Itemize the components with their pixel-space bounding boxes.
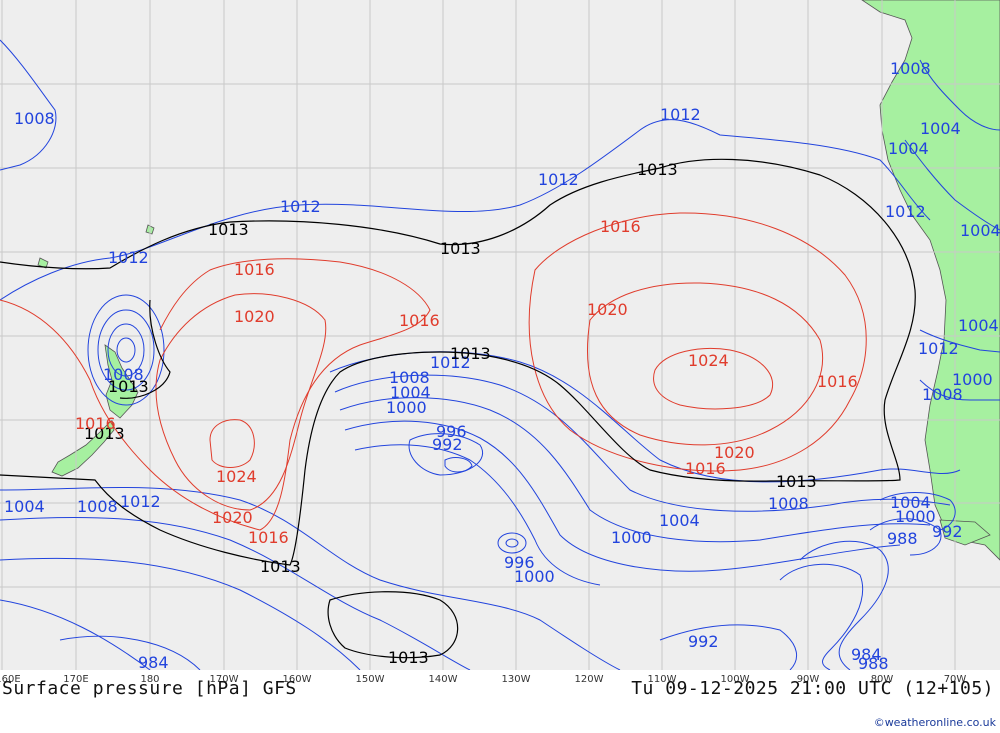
label-1013: 1013 xyxy=(260,557,301,576)
label-1016: 1016 xyxy=(75,414,116,433)
label-1012: 1012 xyxy=(120,492,161,511)
lon-label: 140W xyxy=(428,674,458,685)
label-1004: 1004 xyxy=(960,221,1000,240)
label-1000: 1000 xyxy=(386,398,427,417)
label-1013: 1013 xyxy=(388,648,429,667)
label-1020: 1020 xyxy=(587,300,628,319)
lon-label: 150W xyxy=(355,674,385,685)
label-984: 984 xyxy=(138,653,169,670)
label-1008: 1008 xyxy=(14,109,55,128)
map-title: Surface pressure [hPa] GFS xyxy=(2,678,297,699)
label-1004: 1004 xyxy=(920,119,961,138)
label-1020: 1020 xyxy=(212,508,253,527)
label-1013: 1013 xyxy=(637,160,678,179)
label-1013: 1013 xyxy=(440,239,481,258)
label-992: 992 xyxy=(432,435,463,454)
label-1016: 1016 xyxy=(248,528,289,547)
label-992: 992 xyxy=(688,632,719,651)
label-1013: 1013 xyxy=(776,472,817,491)
label-1016: 1016 xyxy=(399,311,440,330)
label-1004: 1004 xyxy=(888,139,929,158)
label-1000: 1000 xyxy=(895,507,936,526)
label-1013: 1013 xyxy=(208,220,249,239)
lon-label: 120W xyxy=(574,674,604,685)
label-1008: 1008 xyxy=(890,59,931,78)
label-1000: 1000 xyxy=(611,528,652,547)
map-canvas: 1008 1012 1012 1012 1012 1012 1012 1012 … xyxy=(0,0,1000,670)
label-1000: 1000 xyxy=(952,370,993,389)
label-1013: 1013 xyxy=(450,344,491,363)
label-1020: 1020 xyxy=(234,307,275,326)
label-984: 984 xyxy=(851,645,882,664)
pressure-map[interactable]: 1008 1012 1012 1012 1012 1012 1012 1012 … xyxy=(0,0,1000,670)
label-1016: 1016 xyxy=(600,217,641,236)
label-996: 996 xyxy=(504,553,535,572)
label-1012: 1012 xyxy=(280,197,321,216)
label-1024: 1024 xyxy=(688,351,729,370)
label-1012: 1012 xyxy=(108,248,149,267)
credit-link[interactable]: ©weatheronline.co.uk xyxy=(874,716,996,729)
label-1012: 1012 xyxy=(660,105,701,124)
label-1008: 1008 xyxy=(768,494,809,513)
label-1016: 1016 xyxy=(817,372,858,391)
label-1008: 1008 xyxy=(77,497,118,516)
label-988: 988 xyxy=(887,529,918,548)
label-992: 992 xyxy=(932,522,963,541)
label-1004: 1004 xyxy=(958,316,999,335)
valid-time: Tu 09-12-2025 21:00 UTC (12+105) xyxy=(631,678,994,699)
label-1008: 1008 xyxy=(103,365,144,384)
label-1012: 1012 xyxy=(918,339,959,358)
lon-label: 130W xyxy=(501,674,531,685)
label-1004: 1004 xyxy=(659,511,700,530)
label-1024: 1024 xyxy=(216,467,257,486)
label-1012: 1012 xyxy=(538,170,579,189)
label-1016: 1016 xyxy=(234,260,275,279)
label-1012: 1012 xyxy=(885,202,926,221)
label-1020: 1020 xyxy=(714,443,755,462)
label-1004: 1004 xyxy=(4,497,45,516)
